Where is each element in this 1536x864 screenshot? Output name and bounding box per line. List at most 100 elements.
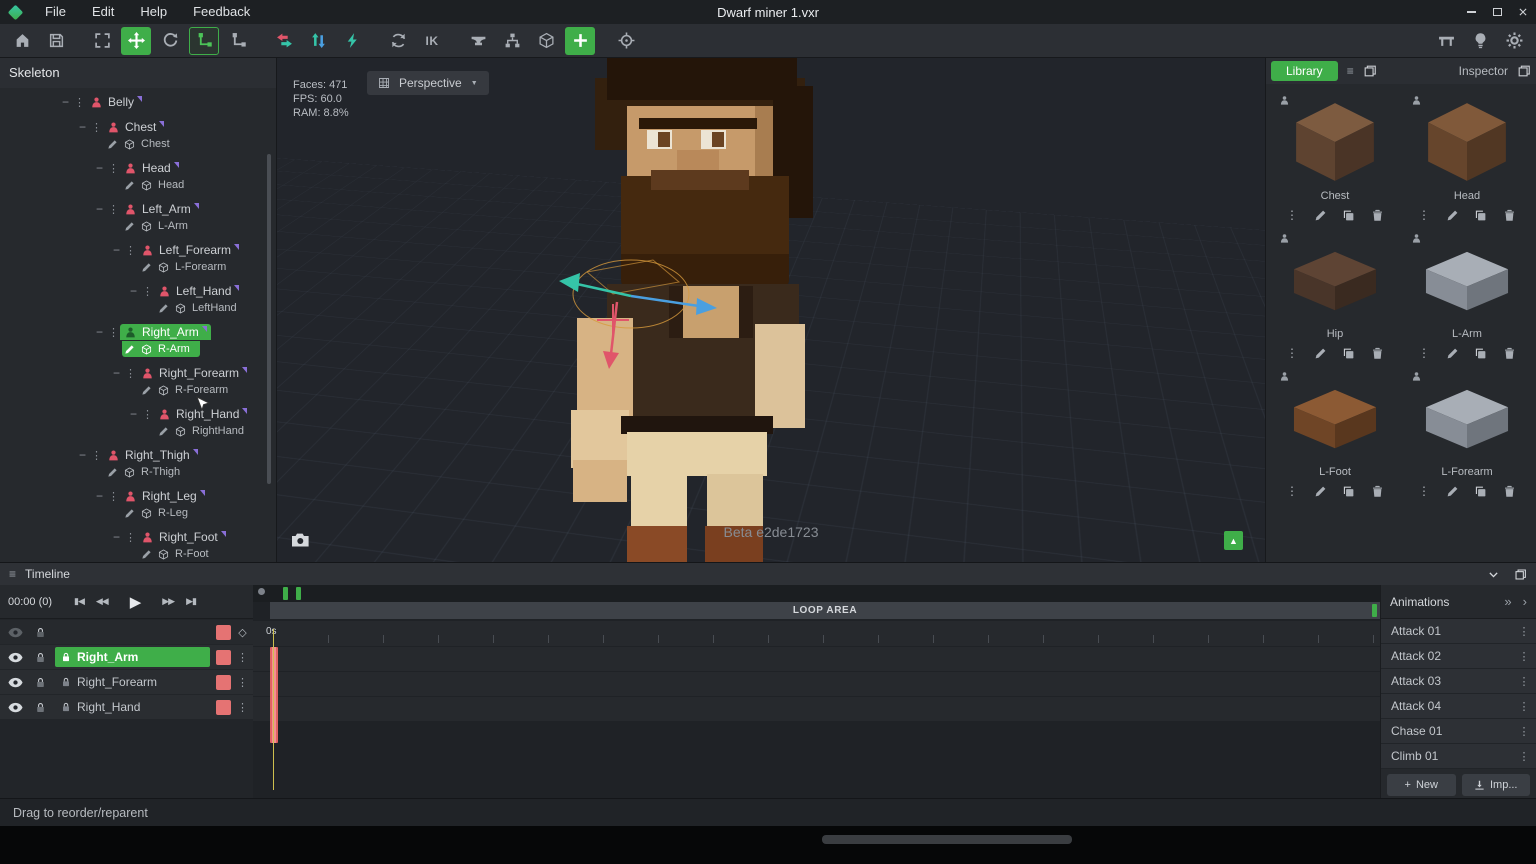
visibility-toggle[interactable]: [3, 650, 28, 665]
library-item-l-arm[interactable]: L-Arm ⋮: [1404, 230, 1530, 362]
play-button[interactable]: ▶: [114, 593, 157, 611]
menu-feedback[interactable]: Feedback: [180, 0, 263, 24]
visibility-toggle[interactable]: [3, 625, 28, 640]
mesh-name[interactable]: Head: [158, 179, 184, 191]
hamburger-icon[interactable]: ≡: [1347, 64, 1354, 78]
track-lane[interactable]: [253, 672, 1380, 696]
track-color-chip[interactable]: [216, 675, 231, 690]
menu-help[interactable]: Help: [127, 0, 180, 24]
track-right-arm[interactable]: Right_Arm: [55, 647, 210, 667]
part-thumbnail[interactable]: [1413, 95, 1521, 189]
hamburger-icon[interactable]: ≡: [9, 567, 16, 581]
visibility-toggle[interactable]: [3, 700, 28, 715]
local-axes-button[interactable]: [189, 27, 219, 55]
duplicate-icon[interactable]: [1474, 347, 1487, 360]
view-reset-button[interactable]: ▲: [1224, 531, 1243, 550]
mini-toggle-icon[interactable]: [258, 588, 265, 595]
track-lane[interactable]: [253, 647, 1380, 671]
node-menu-icon[interactable]: ⋮: [124, 367, 137, 380]
part-thumbnail[interactable]: [1281, 95, 1389, 189]
mesh-name[interactable]: LeftHand: [192, 302, 237, 314]
pencil-icon[interactable]: [141, 549, 152, 560]
part-thumbnail[interactable]: [1281, 371, 1389, 465]
detach-panel-icon[interactable]: [1363, 64, 1377, 78]
node-menu-icon[interactable]: ⋮: [124, 531, 137, 544]
lock-toggle[interactable]: [28, 627, 53, 638]
node-menu-icon[interactable]: ⋮: [107, 490, 120, 503]
bone-name[interactable]: Right_Foot: [159, 530, 218, 544]
edit-icon[interactable]: [1314, 209, 1327, 222]
keyframe-column[interactable]: [270, 647, 278, 743]
collapse-toggle[interactable]: −: [109, 366, 124, 380]
loop-end-handle[interactable]: [1372, 604, 1377, 617]
lock-toggle[interactable]: [28, 652, 53, 663]
collapse-toggle[interactable]: −: [75, 120, 90, 134]
collapse-panel-icon[interactable]: [1487, 568, 1500, 581]
visibility-toggle[interactable]: [3, 675, 28, 690]
save-button[interactable]: [41, 27, 71, 55]
node-menu-icon[interactable]: ⋮: [141, 408, 154, 421]
pencil-icon[interactable]: [124, 221, 135, 232]
node-menu-icon[interactable]: ⋮: [124, 244, 137, 257]
viewport-canvas[interactable]: Faces: 471 FPS: 60.0 RAM: 8.8% Perspecti…: [277, 58, 1265, 562]
panel-layout-icon[interactable]: [1517, 64, 1531, 78]
animation-item[interactable]: Attack 04 ⋮: [1381, 694, 1536, 719]
timeline-canvas[interactable]: LOOP AREA 0s: [253, 585, 1380, 798]
collapse-toggle[interactable]: −: [126, 407, 141, 421]
camera-mode-dropdown[interactable]: Perspective ▼: [367, 71, 489, 95]
horizontal-scrollbar[interactable]: [822, 835, 1072, 844]
global-axes-button[interactable]: [223, 27, 253, 55]
fast-forward-button[interactable]: ▶▶: [156, 596, 180, 607]
timeline-ruler[interactable]: 0s: [253, 621, 1380, 646]
pencil-icon[interactable]: [141, 262, 152, 273]
bone-name[interactable]: Left_Forearm: [159, 243, 231, 257]
mesh-name[interactable]: Chest: [141, 138, 170, 150]
collapse-toggle[interactable]: −: [92, 161, 107, 175]
tab-library[interactable]: Library: [1271, 61, 1338, 81]
loop-area-bar[interactable]: LOOP AREA: [270, 602, 1380, 619]
pencil-icon[interactable]: [107, 467, 118, 478]
collapse-toggle[interactable]: −: [75, 448, 90, 462]
playhead-line[interactable]: [273, 629, 274, 790]
ik-button[interactable]: IK: [417, 27, 447, 55]
rewind-button[interactable]: ◀◀: [90, 596, 114, 607]
skeleton-scrollbar[interactable]: [267, 154, 271, 484]
node-menu-icon[interactable]: ⋮: [90, 121, 103, 134]
node-menu-icon[interactable]: ⋮: [141, 285, 154, 298]
delete-icon[interactable]: [1503, 209, 1516, 222]
bone-name[interactable]: Right_Thigh: [125, 448, 190, 462]
mesh-name[interactable]: R-Arm: [158, 343, 190, 355]
delete-icon[interactable]: [1371, 485, 1384, 498]
duplicate-icon[interactable]: [1474, 485, 1487, 498]
mesh-name[interactable]: L-Arm: [158, 220, 188, 232]
mirror-button[interactable]: [269, 27, 299, 55]
pencil-icon[interactable]: [124, 344, 135, 355]
duplicate-icon[interactable]: [1342, 209, 1355, 222]
screenshot-button[interactable]: [291, 531, 310, 548]
animation-item[interactable]: Attack 03 ⋮: [1381, 669, 1536, 694]
detach-panel-icon[interactable]: [1514, 568, 1527, 581]
track-right-hand[interactable]: Right_Hand: [55, 697, 210, 717]
cube-mode-button[interactable]: [531, 27, 561, 55]
bone-name[interactable]: Right_Arm: [142, 325, 199, 339]
new-animation-button[interactable]: + New: [1387, 774, 1456, 796]
pencil-icon[interactable]: [107, 139, 118, 150]
bone-name[interactable]: Right_Leg: [142, 489, 197, 503]
mesh-name[interactable]: R-Foot: [175, 548, 209, 560]
track-lane[interactable]: [253, 697, 1380, 721]
collapse-toggle[interactable]: −: [92, 489, 107, 503]
track-color-chip[interactable]: [216, 625, 231, 640]
rotate-tool-button[interactable]: [155, 27, 185, 55]
bone-name[interactable]: Left_Hand: [176, 284, 231, 298]
edit-icon[interactable]: [1314, 347, 1327, 360]
hierarchy-button[interactable]: [497, 27, 527, 55]
item-menu-icon[interactable]: ⋮: [1286, 347, 1298, 360]
collapse-toggle[interactable]: −: [58, 95, 73, 109]
library-item-hip[interactable]: Hip ⋮: [1272, 230, 1398, 362]
collapse-toggle[interactable]: −: [109, 243, 124, 257]
import-animation-button[interactable]: Imp...: [1462, 774, 1531, 796]
anvil-tool-button[interactable]: [463, 27, 493, 55]
part-thumbnail[interactable]: [1413, 233, 1521, 327]
collapse-toggle[interactable]: −: [126, 284, 141, 298]
workbench-button[interactable]: [1431, 27, 1461, 55]
